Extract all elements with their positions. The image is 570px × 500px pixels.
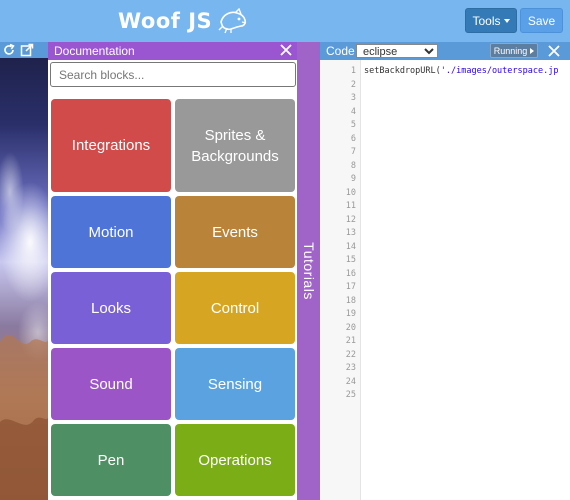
line-number: 9	[350, 174, 356, 184]
line-number: 14	[345, 241, 356, 252]
category-sprites-backgrounds[interactable]: Sprites & Backgrounds	[175, 99, 295, 192]
category-label: Operations	[198, 451, 272, 469]
category-label: Sprites & Backgrounds	[191, 126, 279, 165]
tutorials-label: Tutorials	[300, 242, 317, 300]
line-number: 11	[345, 201, 356, 211]
tools-dropdown-button[interactable]: Tools	[465, 8, 517, 33]
theme-select[interactable]: eclipse	[356, 44, 438, 58]
line-number: 25	[345, 390, 356, 400]
documentation-panel: Documentation Integrations Sprites & Bac…	[48, 42, 297, 500]
line-number: 23	[345, 363, 356, 373]
line-number: 16	[345, 268, 356, 279]
category-operations[interactable]: Operations	[175, 424, 295, 496]
line-number: 19	[345, 309, 356, 319]
category-label: Looks	[90, 299, 132, 317]
line-number-gutter: 1 2 3 4 5 6 7 8 9 10 11 12 13 14 15 16 17 18 19 20 21 22 23 24 2…	[320, 60, 361, 500]
category-sound[interactable]: Sound	[51, 348, 171, 420]
stage-background-image	[0, 152, 48, 500]
code-string: './images/outerspace.jp	[440, 66, 559, 76]
category-events[interactable]: Events	[175, 196, 295, 268]
line-number: 10	[345, 187, 356, 198]
line-number: 15	[345, 255, 356, 265]
category-label: Sound	[89, 375, 133, 393]
line-number: 4	[350, 106, 356, 117]
category-label: Integrations	[71, 137, 151, 154]
code-function: setBackdropURL(	[364, 66, 441, 76]
tutorials-tab[interactable]: Tutorials	[297, 42, 320, 500]
tools-label: Tools	[472, 13, 501, 28]
category-integrations[interactable]: Integrations	[51, 99, 171, 192]
line-number: 24	[345, 376, 356, 387]
line-number: 5	[350, 120, 356, 130]
line-number: 18	[345, 295, 356, 306]
category-label: Pen	[97, 451, 125, 469]
category-label: Motion	[88, 223, 134, 241]
search-blocks-input[interactable]	[50, 62, 296, 87]
stage-toolbar	[0, 42, 48, 58]
top-bar: Woof JS Tools Save	[0, 0, 570, 42]
stage-preview[interactable]	[0, 42, 48, 500]
reload-icon[interactable]	[2, 43, 16, 57]
category-motion[interactable]: Motion	[51, 196, 171, 268]
save-button[interactable]: Save	[520, 8, 563, 33]
play-icon	[530, 47, 535, 54]
category-pen[interactable]: Pen	[51, 424, 171, 496]
code-line-1[interactable]: setBackdropURL('./images/outerspace.jp	[364, 66, 558, 76]
category-label: Events	[212, 223, 258, 241]
caret-down-icon	[503, 18, 510, 23]
category-looks[interactable]: Looks	[51, 272, 171, 344]
running-status-button[interactable]: Running	[490, 43, 538, 58]
category-label: Control	[210, 299, 260, 317]
line-number: 6	[350, 133, 356, 144]
line-number: 12	[345, 214, 356, 225]
documentation-header: Documentation	[48, 42, 297, 60]
line-number: 3	[350, 93, 356, 103]
dog-logo-icon	[218, 8, 247, 34]
category-control[interactable]: Control	[175, 272, 295, 344]
popout-icon[interactable]	[20, 43, 34, 57]
close-icon[interactable]	[547, 44, 561, 58]
line-number: 21	[345, 336, 356, 346]
code-panel: Code eclipse Running 1 2 3 4 5 6 7 8 9 10 11 12 13 14…	[320, 42, 570, 500]
code-title: Code	[326, 44, 355, 58]
logo: Woof JS	[118, 6, 249, 36]
category-sensing[interactable]: Sensing	[175, 348, 295, 420]
code-header: Code eclipse Running	[320, 42, 570, 60]
line-number: 7	[350, 147, 356, 157]
line-number: 8	[350, 160, 356, 171]
line-number: 17	[345, 282, 356, 292]
line-number: 13	[345, 228, 356, 238]
line-number: 1	[350, 66, 356, 76]
documentation-title: Documentation	[54, 44, 135, 58]
logo-text: Woof JS	[118, 9, 213, 33]
category-label: Sensing	[207, 375, 263, 393]
running-label: Running	[493, 45, 528, 56]
line-number: 20	[345, 322, 356, 333]
close-icon[interactable]	[279, 43, 293, 57]
line-number: 2	[350, 79, 356, 90]
line-number: 22	[345, 349, 356, 360]
